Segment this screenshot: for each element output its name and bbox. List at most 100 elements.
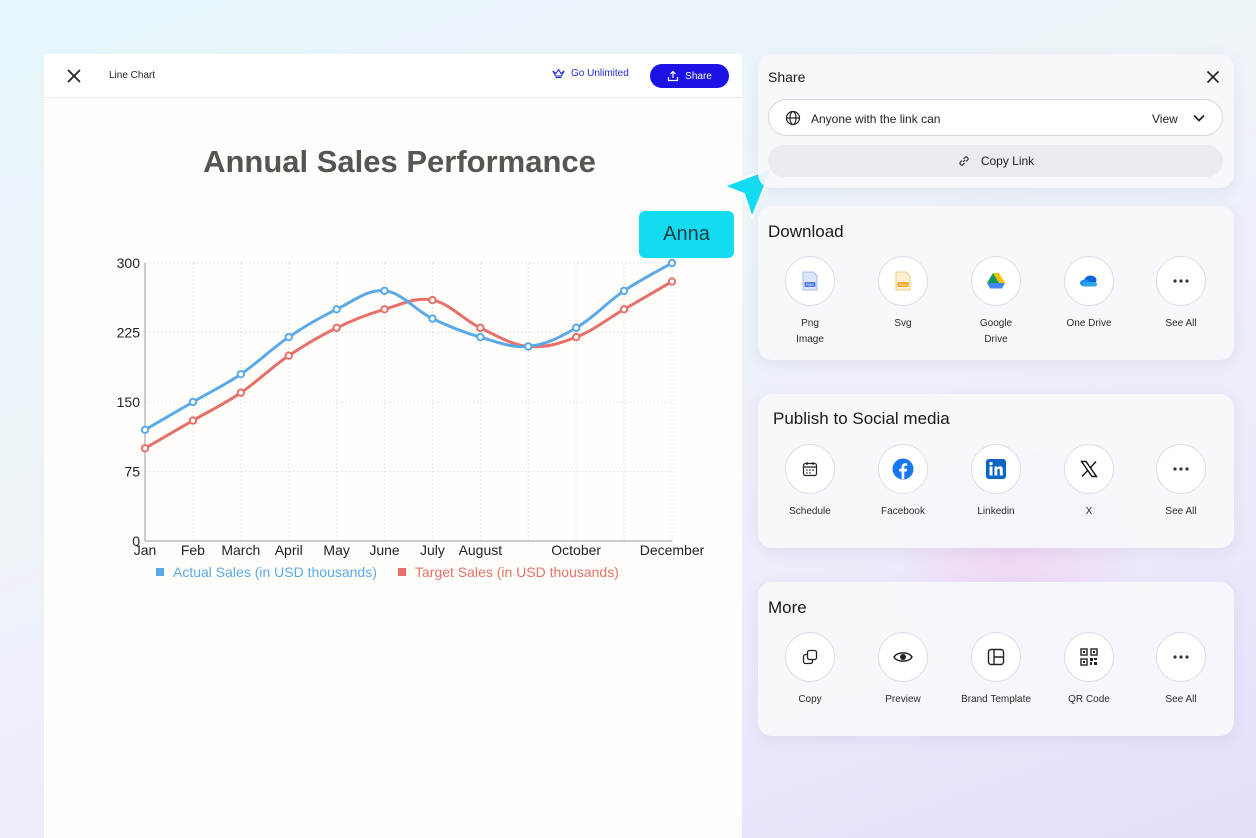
download-png-button[interactable]: PNG Png Image (765, 256, 855, 348)
download-onedrive-button[interactable]: One Drive (1044, 256, 1134, 332)
publish-item-label: Linkedin (977, 506, 1015, 517)
close-icon[interactable] (66, 68, 82, 84)
x-tick-label: March (221, 542, 260, 558)
legend-label: Actual Sales (in USD thousands) (173, 564, 377, 580)
document-title: Line Chart (109, 70, 156, 81)
data-point (476, 323, 485, 333)
copy-link-button[interactable]: Copy Link (768, 145, 1223, 177)
x-tick-label: August (459, 542, 503, 558)
data-point (667, 258, 677, 268)
data-point (236, 370, 246, 379)
legend-label: Target Sales (in USD thousands) (415, 564, 619, 580)
crown-icon (552, 68, 565, 79)
legend-swatch (398, 568, 406, 576)
facebook-button[interactable]: Facebook (858, 444, 948, 520)
publish-panel: Publish to Social media Schedule Faceboo… (758, 394, 1234, 548)
facebook-icon (892, 458, 914, 480)
data-point (380, 286, 389, 296)
data-point (140, 425, 150, 434)
copy-link-label: Copy Link (980, 154, 1035, 168)
link-access-dropdown[interactable]: Anyone with the link can View (768, 99, 1223, 136)
go-unlimited-label: Go Unlimited (571, 68, 629, 79)
qr-code-button[interactable]: QR Code (1044, 632, 1134, 708)
data-point (667, 277, 677, 286)
publish-item-label: X (1085, 506, 1093, 517)
download-panel: Download PNG Png Image SVG Svg Google Dr… (758, 206, 1234, 360)
series-line (144, 280, 673, 450)
calendar-icon (802, 462, 818, 477)
download-item-label: One Drive (1066, 318, 1112, 329)
more-item-label: Brand Template (961, 694, 1031, 705)
download-item-label: See All (1165, 318, 1197, 329)
x-tick-label: December (640, 542, 705, 558)
template-icon (987, 648, 1005, 666)
more-icon (1173, 467, 1189, 471)
editor-toolbar: Line Chart Go Unlimited Share (44, 54, 742, 98)
share-button-label: Share (685, 70, 712, 82)
more-item-label: Preview (885, 694, 921, 705)
more-title: More (768, 598, 807, 617)
globe-icon (785, 110, 801, 131)
brand-template-button[interactable]: Brand Template (951, 632, 1041, 708)
copy-button[interactable]: Copy (765, 632, 855, 708)
x-tick-label: Feb (181, 542, 205, 558)
close-icon[interactable] (1206, 70, 1220, 89)
data-point (571, 323, 581, 333)
x-tick-label: July (420, 542, 445, 558)
schedule-button[interactable]: Schedule (765, 444, 855, 520)
link-access-label: Anyone with the link can (811, 112, 941, 126)
data-point (188, 416, 198, 425)
data-point (380, 305, 389, 314)
data-point (284, 351, 293, 360)
chart-editor: Line Chart Go Unlimited Share Annual Sal… (44, 54, 742, 838)
data-point (284, 332, 293, 342)
data-point (140, 444, 150, 453)
more-see-all-button[interactable]: See All (1136, 632, 1226, 708)
data-point (476, 332, 485, 342)
chevron-down-icon (1192, 111, 1206, 130)
x-tick-label: May (323, 542, 349, 558)
eye-icon (893, 652, 913, 662)
data-point (524, 342, 533, 351)
linkedin-button[interactable]: Linkedin (951, 444, 1041, 520)
more-item-label: See All (1165, 694, 1197, 705)
qr-code-icon (1080, 648, 1098, 666)
data-point (236, 388, 246, 397)
y-tick-label: 300 (117, 255, 141, 271)
onedrive-icon (1080, 275, 1097, 287)
go-unlimited-link[interactable]: Go Unlimited (552, 68, 629, 79)
download-item-label: Google Drive (979, 318, 1013, 345)
link-icon (959, 156, 969, 166)
publish-see-all-button[interactable]: See All (1136, 444, 1226, 520)
upload-icon (668, 70, 679, 82)
x-tick-label: April (275, 542, 303, 558)
y-tick-label: 150 (117, 394, 141, 410)
download-google-drive-button[interactable]: Google Drive (951, 256, 1041, 348)
x-button[interactable]: X (1044, 444, 1134, 520)
data-point (428, 314, 437, 323)
publish-item-label: See All (1165, 506, 1197, 517)
more-item-label: QR Code (1068, 694, 1110, 705)
data-point (428, 295, 437, 305)
download-svg-button[interactable]: SVG Svg (858, 256, 948, 332)
download-see-all-button[interactable]: See All (1136, 256, 1226, 332)
copy-icon (802, 649, 818, 665)
svg-text:PNG: PNG (806, 283, 814, 287)
x-tick-label: June (369, 542, 400, 558)
preview-button[interactable]: Preview (858, 632, 948, 708)
data-point (619, 286, 629, 296)
share-panel: Share Anyone with the link can View Copy… (758, 54, 1234, 188)
share-button[interactable]: Share (650, 64, 729, 88)
data-point (619, 305, 629, 314)
more-icon (1173, 279, 1189, 283)
publish-title: Publish to Social media (773, 409, 950, 428)
x-icon (1080, 460, 1098, 478)
svg-icon: SVG (895, 271, 911, 291)
download-title: Download (768, 222, 844, 241)
svg-text:SVG: SVG (899, 283, 907, 287)
data-point (571, 332, 581, 342)
download-item-label: Svg (894, 318, 912, 329)
link-access-value: View (1152, 112, 1178, 126)
y-tick-label: 225 (117, 325, 141, 341)
publish-item-label: Schedule (789, 506, 831, 517)
